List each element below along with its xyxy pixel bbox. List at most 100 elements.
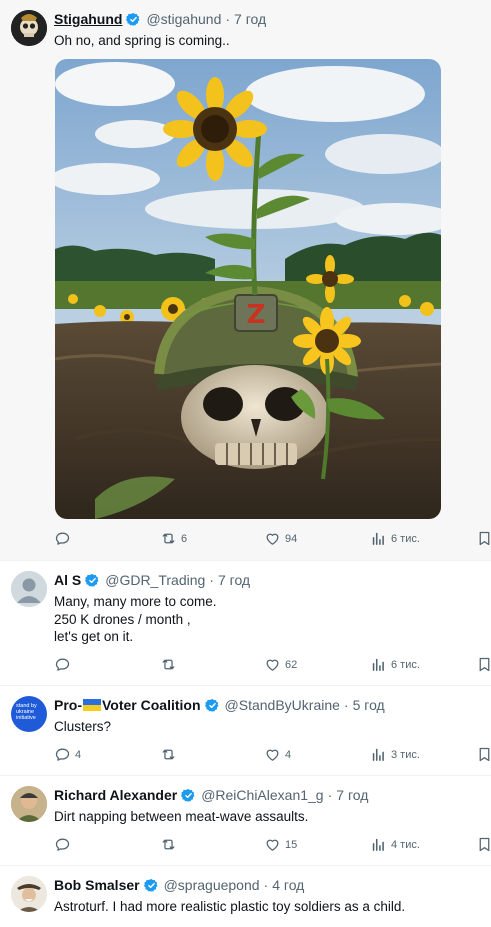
reply-tweet[interactable]: Al S @GDR_Trading · 7 год Many, many mor… [0,561,491,686]
like-button[interactable]: 94 [264,530,297,547]
author-name[interactable]: Stigahund [54,11,122,27]
avatar-stigahund[interactable] [11,10,47,46]
tweet-header: Pro- Voter Coalition @StandByUkraine · 5… [54,697,385,713]
author-name[interactable]: Bob Smalser [54,877,140,893]
bookmark-button[interactable] [476,836,491,853]
views-button[interactable]: 4 тис. [370,836,420,853]
separator-dot: · [327,787,333,803]
verified-badge-icon [181,788,196,803]
timestamp[interactable]: 4 год [272,877,304,893]
bookmark-icon [476,746,491,763]
tweet-header: Stigahund @stigahund · 7 год [54,11,266,27]
like-icon [264,836,281,853]
reply-button[interactable] [54,836,75,853]
tweet-text: Astroturf. I had more realistic plastic … [54,899,406,914]
like-icon [264,656,281,673]
retweet-icon [160,656,177,673]
separator-dot: · [343,697,349,713]
author-handle[interactable]: @spraguepond [164,877,260,893]
helmet-skull-sunflower-image: Z [55,59,441,519]
tweet-text: Clusters? [54,719,112,734]
tweet-actions: 62 6 тис. [0,656,491,676]
tweet-text: Oh no, and spring is coming.. [54,33,230,48]
bookmark-button[interactable] [476,530,491,547]
separator-dot: · [209,572,214,588]
reply-count: 4 [75,748,82,761]
bookmark-button[interactable] [476,656,491,673]
author-handle[interactable]: @GDR_Trading [105,572,205,588]
bookmark-icon [476,836,491,853]
like-count: 62 [285,658,298,671]
like-button[interactable]: 62 [264,656,297,673]
views-icon [370,530,387,547]
reply-button[interactable] [54,656,75,673]
avatar-image [11,876,47,912]
avatar-image [11,786,47,822]
svg-text:Z: Z [247,300,266,330]
retweet-icon [160,530,177,547]
reply-tweet[interactable]: Bob Smalser @spraguepond · 4 год Astrotu… [0,866,491,927]
author-name-prefix[interactable]: Pro- [54,697,82,713]
separator-dot: · [225,11,231,27]
like-count: 4 [285,748,292,761]
timestamp[interactable]: 7 год [336,787,368,803]
views-icon [370,746,387,763]
tweet-header: Al S @GDR_Trading · 7 год [54,572,250,588]
tweet-text: Dirt napping between meat-wave assaults. [54,809,309,824]
views-button[interactable]: 6 тис. [370,656,420,673]
views-icon [370,836,387,853]
verified-badge-icon [205,698,220,713]
tweet-actions: 15 4 тис. [0,836,491,856]
avatar-al-s[interactable] [11,571,47,607]
timestamp[interactable]: 7 год [218,572,250,588]
reply-icon [54,746,71,763]
like-icon [264,746,281,763]
timestamp[interactable]: 5 год [353,697,385,713]
tweet-main[interactable]: Stigahund @stigahund · 7 год Oh no, and … [0,0,491,561]
like-button[interactable]: 15 [264,836,297,853]
avatar-richard-alexander[interactable] [11,786,47,822]
author-handle[interactable]: @stigahund [146,11,221,27]
views-count: 6 тис. [391,658,420,671]
verified-badge-icon [126,12,141,27]
tweet-actions: 6 94 6 тис. [0,530,491,550]
author-name-suffix[interactable]: Voter Coalition [102,697,201,713]
bookmark-button[interactable] [476,746,491,763]
author-handle[interactable]: @ReiChiAlexan1_g [201,787,323,803]
reply-tweet[interactable]: stand by ukraine initiative Pro- Voter C… [0,686,491,776]
retweet-button[interactable]: 6 [160,530,187,547]
avatar-image [11,10,47,46]
timestamp[interactable]: 7 год [234,11,266,27]
avatar-bob-smalser[interactable] [11,876,47,912]
reply-button[interactable]: 4 [54,746,81,763]
like-count: 15 [285,838,298,851]
retweet-icon [160,746,177,763]
verified-badge-icon [144,878,159,893]
tweet-photo[interactable]: Z [55,59,441,519]
like-icon [264,530,281,547]
tweet-actions: 4 4 3 тис. [0,746,491,766]
retweet-button[interactable] [160,656,181,673]
retweet-button[interactable] [160,746,181,763]
reply-tweet[interactable]: Richard Alexander @ReiChiAlexan1_g · 7 г… [0,776,491,866]
views-icon [370,656,387,673]
retweet-button[interactable] [160,836,181,853]
retweet-icon [160,836,177,853]
default-avatar-icon [11,571,47,607]
views-count: 4 тис. [391,838,420,851]
ukraine-flag-icon [83,699,101,711]
tweet-header: Richard Alexander @ReiChiAlexan1_g · 7 г… [54,787,368,803]
author-handle[interactable]: @StandByUkraine [225,697,340,713]
author-name[interactable]: Richard Alexander [54,787,177,803]
tweet-text: Many, many more to come. 250 K drones / … [54,594,217,644]
views-count: 3 тис. [391,748,420,761]
avatar-standbyukraine[interactable]: stand by ukraine initiative [11,696,47,732]
reply-button[interactable] [54,530,75,547]
views-button[interactable]: 6 тис. [370,530,420,547]
views-button[interactable]: 3 тис. [370,746,420,763]
bookmark-icon [476,530,491,547]
like-button[interactable]: 4 [264,746,291,763]
author-name[interactable]: Al S [54,572,81,588]
bookmark-icon [476,656,491,673]
avatar-logo-text: stand by ukraine initiative [16,703,37,721]
